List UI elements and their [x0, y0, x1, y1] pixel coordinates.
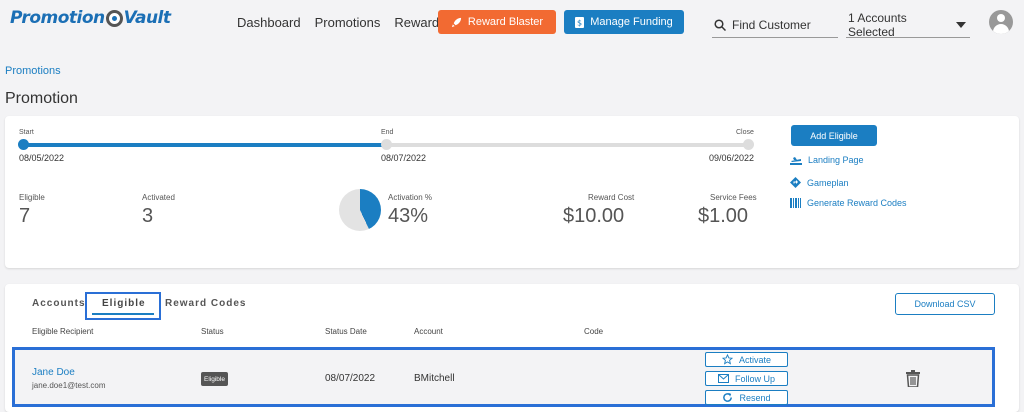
refresh-icon	[723, 392, 733, 402]
envelope-icon	[717, 374, 729, 383]
accounts-selector[interactable]: 1 Accounts Selected	[846, 10, 970, 39]
timeline-start-date: 08/05/2022	[19, 153, 65, 163]
nav-links: Dashboard Promotions Rewards	[237, 15, 446, 30]
download-csv-button[interactable]: Download CSV	[895, 293, 995, 315]
page-title: Promotion	[5, 90, 78, 107]
timeline-close-date: 09/06/2022	[709, 153, 755, 163]
delete-button[interactable]	[906, 370, 920, 392]
activation-stat-label: Activation %	[388, 193, 433, 202]
activation-stat-value: 43%	[388, 205, 429, 227]
timeline-progress	[19, 143, 384, 147]
gameplan-link[interactable]: Gameplan	[790, 177, 849, 188]
timeline-close-dot	[743, 139, 754, 150]
plane-icon	[790, 157, 802, 165]
timeline-close-label: Close	[736, 129, 754, 136]
timeline-end-label: End	[381, 129, 394, 136]
activation-pie-chart	[339, 189, 381, 231]
rocket-icon	[451, 17, 461, 27]
manage-funding-label: Manage Funding	[590, 16, 673, 28]
table-row	[12, 347, 995, 407]
reward-blaster-button[interactable]: Reward Blaster	[438, 10, 556, 34]
star-icon	[721, 354, 733, 365]
logo-text-left: Promotion	[10, 8, 105, 28]
header-status: Status	[201, 327, 224, 336]
activate-label: Activate	[738, 354, 771, 365]
search-placeholder: Find Customer	[732, 17, 811, 32]
gameplan-label: Gameplan	[807, 177, 849, 188]
diamond-arrow-icon	[790, 177, 801, 188]
svg-text:$: $	[577, 18, 582, 27]
timeline-start-label: Start	[19, 129, 34, 136]
tab-reward-codes[interactable]: Reward Codes	[165, 298, 246, 309]
nav-promotions[interactable]: Promotions	[315, 15, 381, 30]
follow-up-label: Follow Up	[734, 373, 775, 384]
tab-eligible-underline	[92, 313, 154, 315]
timeline-start-dot	[18, 139, 29, 150]
top-nav: Promotion Vault Dashboard Promotions Rew…	[0, 0, 1024, 44]
tab-accounts[interactable]: Accounts	[32, 298, 86, 309]
service-fees-value: $1.00	[698, 205, 749, 227]
activate-button[interactable]: Activate	[705, 352, 788, 367]
landing-page-link[interactable]: Landing Page	[790, 155, 864, 165]
find-customer-search[interactable]: Find Customer	[712, 12, 838, 38]
resend-button[interactable]: Resend	[705, 390, 788, 405]
reward-blaster-label: Reward Blaster	[467, 16, 544, 28]
header-code: Code	[584, 327, 604, 336]
recipient-name[interactable]: Jane Doe	[32, 367, 75, 378]
vault-dial-icon	[105, 9, 123, 27]
manage-funding-button[interactable]: $ Manage Funding	[564, 10, 684, 34]
dollar-document-icon: $	[575, 16, 585, 28]
activated-stat-value: 3	[142, 205, 154, 227]
account-name: BMitchell	[414, 373, 455, 384]
logo-text-right: Vault	[123, 8, 171, 28]
user-avatar-icon[interactable]	[989, 10, 1013, 34]
nav-dashboard[interactable]: Dashboard	[237, 15, 301, 30]
recipient-email: jane.doe1@test.com	[32, 381, 106, 390]
trash-icon	[906, 370, 920, 388]
add-eligible-button[interactable]: Add Eligible	[791, 125, 877, 146]
landing-page-label: Landing Page	[808, 155, 864, 165]
generate-reward-codes-link[interactable]: Generate Reward Codes	[790, 198, 907, 208]
eligible-stat-value: 7	[19, 205, 31, 227]
eligible-stat-label: Eligible	[19, 193, 45, 202]
status-badge: Eligible	[201, 372, 228, 386]
generate-reward-codes-label: Generate Reward Codes	[807, 198, 907, 208]
tab-eligible[interactable]: Eligible	[102, 298, 146, 309]
resend-label: Resend	[739, 392, 771, 403]
reward-cost-label: Reward Cost	[588, 193, 635, 202]
breadcrumb[interactable]: Promotions	[5, 65, 61, 77]
barcode-icon	[790, 198, 801, 208]
status-date: 08/07/2022	[325, 373, 376, 384]
timeline-end-date: 08/07/2022	[381, 153, 427, 163]
accounts-selected-value: 1 Accounts Selected	[848, 10, 907, 39]
reward-cost-value: $10.00	[563, 205, 625, 227]
service-fees-label: Service Fees	[710, 193, 757, 202]
header-eligible-recipient: Eligible Recipient	[32, 327, 94, 336]
follow-up-button[interactable]: Follow Up	[705, 371, 788, 386]
promotion-vault-logo[interactable]: Promotion Vault	[10, 8, 171, 28]
header-account: Account	[414, 327, 443, 336]
chevron-down-icon	[956, 21, 966, 28]
activated-stat-label: Activated	[142, 193, 175, 202]
search-icon	[714, 18, 726, 31]
timeline-end-dot	[381, 139, 392, 150]
header-status-date: Status Date	[325, 327, 367, 336]
